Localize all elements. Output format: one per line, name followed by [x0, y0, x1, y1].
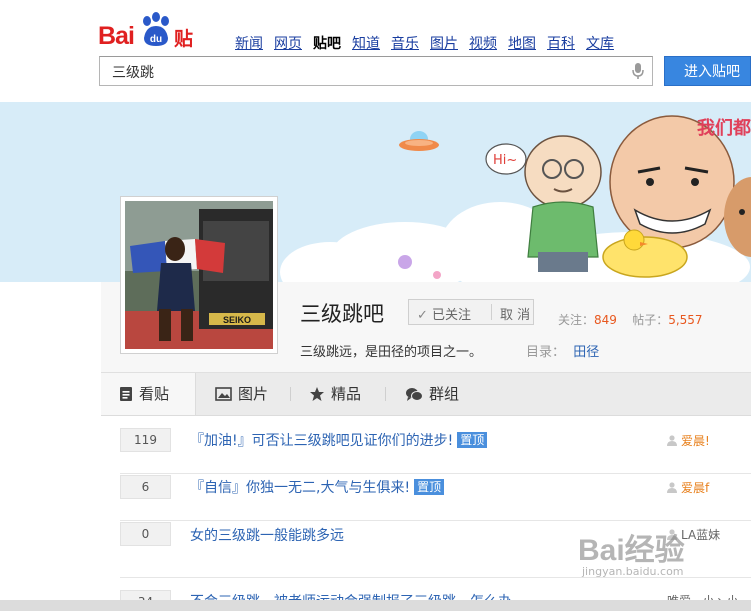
tab-posts[interactable]: 看贴 — [101, 373, 196, 415]
top-nav: 新闻 网页 贴吧 知道 音乐 图片 视频 地图 百科 文库 — [235, 33, 625, 53]
header: Bai du 贴吧 新闻 网页 贴吧 知道 音乐 图片 视频 地图 百科 文库 … — [0, 0, 751, 102]
watermark-text: Bai经验 — [578, 534, 685, 567]
row-divider — [120, 473, 751, 474]
thread-title-link[interactable]: 『加油!』可否让三级跳吧见证你们的进步! 置顶 — [190, 430, 488, 450]
nav-news[interactable]: 新闻 — [235, 33, 263, 53]
baidu-jingyan-watermark: Bai经验 jingyan.baidu.com — [574, 525, 751, 605]
forum-stats: 关注：849 帖子：5,557 — [558, 311, 703, 328]
forum-slogan: 三级跳远，是田径的项目之一。 — [300, 345, 483, 360]
nav-music[interactable]: 音乐 — [391, 33, 419, 53]
star-icon — [310, 387, 324, 401]
post-count: 5,557 — [668, 313, 703, 327]
microphone-icon[interactable] — [632, 63, 644, 80]
thread-title-text: 『加油!』可否让三级跳吧见证你们的进步! — [190, 433, 454, 449]
nav-baike[interactable]: 百科 — [547, 33, 575, 53]
tab-featured-label: 精品 — [331, 385, 362, 403]
tab-posts-label: 看贴 — [139, 385, 170, 403]
watermark-url: jingyan.baidu.com — [582, 565, 684, 578]
nav-video[interactable]: 视频 — [469, 33, 497, 53]
divider — [385, 387, 386, 401]
tab-groups-label: 群组 — [429, 385, 460, 403]
author-name: 爱晨! — [681, 434, 710, 448]
follow-count: 849 — [594, 313, 617, 327]
cartoon-bear-illustration — [724, 177, 751, 257]
bubble-icon — [398, 255, 412, 269]
athlete-photo: SEIKO — [125, 201, 273, 349]
bubble-icon — [433, 271, 441, 279]
forum-tabs: 看贴 图片 精品 群组 — [101, 372, 751, 416]
directory-link[interactable]: 田径 — [573, 345, 599, 360]
row-divider — [120, 520, 751, 521]
enter-tieba-button[interactable]: 进入贴吧 — [664, 56, 751, 86]
chat-icon — [406, 387, 423, 401]
follow-count-label: 关注： — [558, 313, 595, 327]
pinned-badge: 置顶 — [414, 479, 445, 495]
forum-name: 三级跳吧 — [300, 302, 384, 326]
ufo-icon — [399, 131, 439, 151]
seiko-text: SEIKO — [223, 315, 251, 325]
tab-images[interactable]: 图片 — [215, 373, 268, 415]
reply-count: 6 — [120, 475, 171, 499]
nav-tieba[interactable]: 贴吧 — [313, 33, 341, 53]
followed-label: 已关注 — [432, 308, 472, 323]
banner-slogan: 我们都 — [697, 118, 751, 139]
status-bar — [0, 600, 751, 611]
post-count-label: 帖子： — [632, 313, 669, 327]
forum-avatar[interactable]: SEIKO — [120, 196, 278, 354]
thread-author[interactable]: 爱晨f — [667, 479, 709, 496]
nav-map[interactable]: 地图 — [508, 33, 536, 53]
thread-title-link[interactable]: 『自信』你独一无二,大气与生俱来! 置顶 — [190, 477, 445, 497]
cancel-follow-button[interactable]: 取 消 — [500, 304, 530, 323]
tab-featured[interactable]: 精品 — [309, 373, 361, 415]
follow-toggle: ✓ 已关注 取 消 — [408, 299, 534, 325]
nav-zhidao[interactable]: 知道 — [352, 33, 380, 53]
author-name: 爱晨f — [681, 481, 710, 495]
reply-count: 119 — [120, 428, 171, 452]
followed-button[interactable]: ✓ 已关注 — [417, 304, 471, 323]
image-icon — [215, 387, 232, 401]
divider — [290, 387, 291, 401]
check-icon: ✓ — [417, 308, 428, 323]
thread-title-text: 『自信』你独一无二,大气与生俱来! — [190, 480, 411, 496]
thread-title-link[interactable]: 女的三级跳一般能跳多远 — [190, 525, 344, 545]
document-icon — [120, 387, 132, 401]
search-box — [99, 56, 653, 86]
nav-images[interactable]: 图片 — [430, 33, 458, 53]
tab-images-label: 图片 — [238, 385, 269, 403]
reply-count: 0 — [120, 522, 171, 546]
user-icon — [667, 435, 677, 446]
thread-title-text: 女的三级跳一般能跳多远 — [190, 528, 344, 544]
forum-banner: Hi~ 我们都 — [0, 102, 751, 282]
logo-du-text: du — [150, 34, 162, 45]
thread-author[interactable]: 爱晨! — [667, 432, 710, 449]
user-icon — [667, 482, 677, 493]
forum-directory: 目录： 田径 — [526, 341, 599, 360]
nav-web[interactable]: 网页 — [274, 33, 302, 53]
divider — [491, 304, 492, 320]
thread-row: 6 『自信』你独一无二,大气与生俱来! 置顶 爱晨f — [101, 475, 751, 521]
thread-row: 119 『加油!』可否让三级跳吧见证你们的进步! 置顶 爱晨! — [101, 428, 751, 474]
paw-icon: du — [143, 12, 169, 46]
tab-groups[interactable]: 群组 — [405, 373, 459, 415]
forum-avatar-image: SEIKO — [125, 201, 273, 349]
logo-bai-text: Bai — [98, 22, 135, 50]
search-input[interactable] — [110, 61, 614, 83]
nav-wenku[interactable]: 文库 — [586, 33, 614, 53]
pinned-badge: 置顶 — [457, 432, 488, 448]
directory-label: 目录： — [526, 345, 566, 360]
